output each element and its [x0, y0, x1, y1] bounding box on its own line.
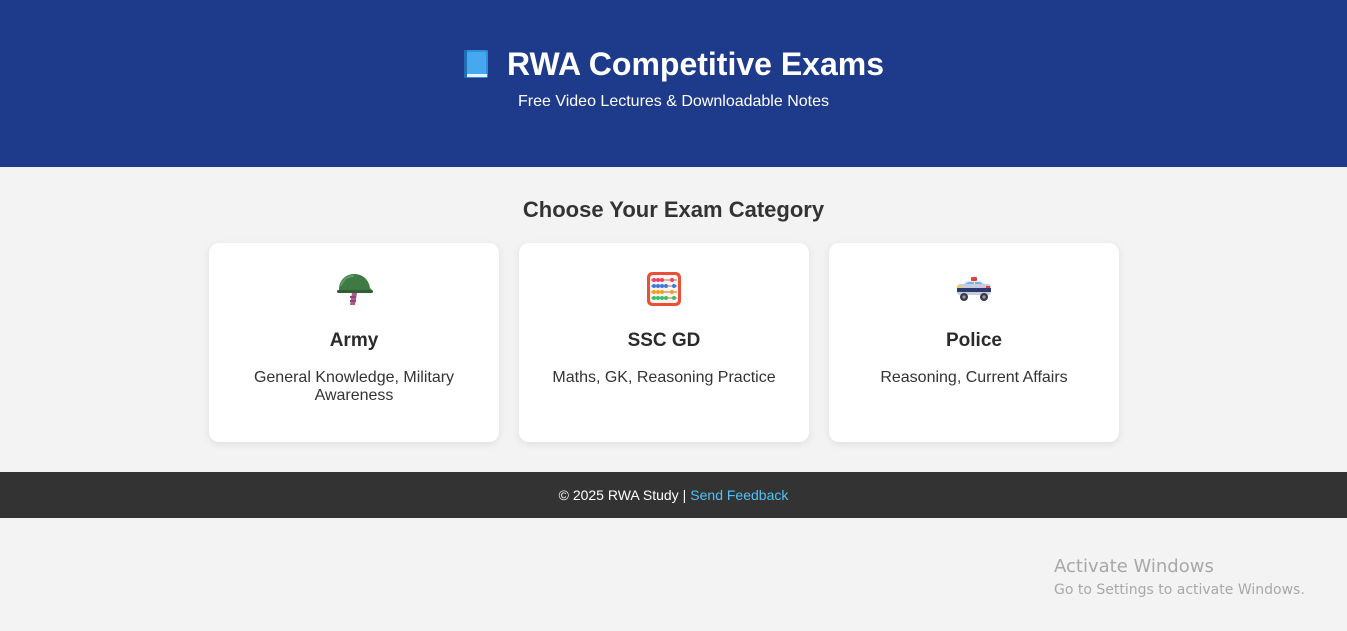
book-icon	[463, 49, 489, 79]
watermark-title: Activate Windows	[1054, 556, 1214, 577]
site-title-text: RWA Competitive Exams	[507, 46, 884, 82]
card-description: General Knowledge, Military Awareness	[253, 369, 455, 404]
abacus-icon	[519, 270, 809, 308]
page: RWA Competitive Exams Free Video Lecture…	[0, 0, 1347, 631]
send-feedback-link[interactable]: Send Feedback	[690, 487, 788, 503]
section-title: Choose Your Exam Category	[522, 197, 825, 222]
exam-card-ssc-gd[interactable]: SSC GD Maths, GK, Reasoning Practice	[519, 243, 809, 442]
site-footer: © 2025 RWA Study | Send Feedback	[0, 472, 1347, 518]
footer-separator: |	[682, 487, 687, 503]
footer-copyright: © 2025 RWA Study	[558, 487, 679, 503]
card-title: SSC GD	[627, 330, 701, 351]
site-subtitle: Free Video Lectures & Downloadable Notes	[518, 93, 829, 110]
card-description: Maths, GK, Reasoning Practice	[552, 369, 776, 386]
card-description: Reasoning, Current Affairs	[880, 369, 1068, 386]
exam-card-army[interactable]: Army General Knowledge, Military Awarene…	[209, 243, 499, 442]
military-helmet-icon	[209, 270, 499, 308]
card-title: Police	[946, 330, 1002, 351]
exam-card-police[interactable]: Police Reasoning, Current Affairs	[829, 243, 1119, 442]
card-title: Army	[329, 330, 379, 351]
watermark-subtitle: Go to Settings to activate Windows.	[1054, 582, 1305, 598]
police-car-icon	[829, 270, 1119, 308]
site-title: RWA Competitive Exams	[0, 44, 1347, 84]
activate-windows-watermark: Activate Windows Go to Settings to activ…	[1054, 556, 1305, 600]
site-header: RWA Competitive Exams Free Video Lecture…	[0, 0, 1347, 167]
